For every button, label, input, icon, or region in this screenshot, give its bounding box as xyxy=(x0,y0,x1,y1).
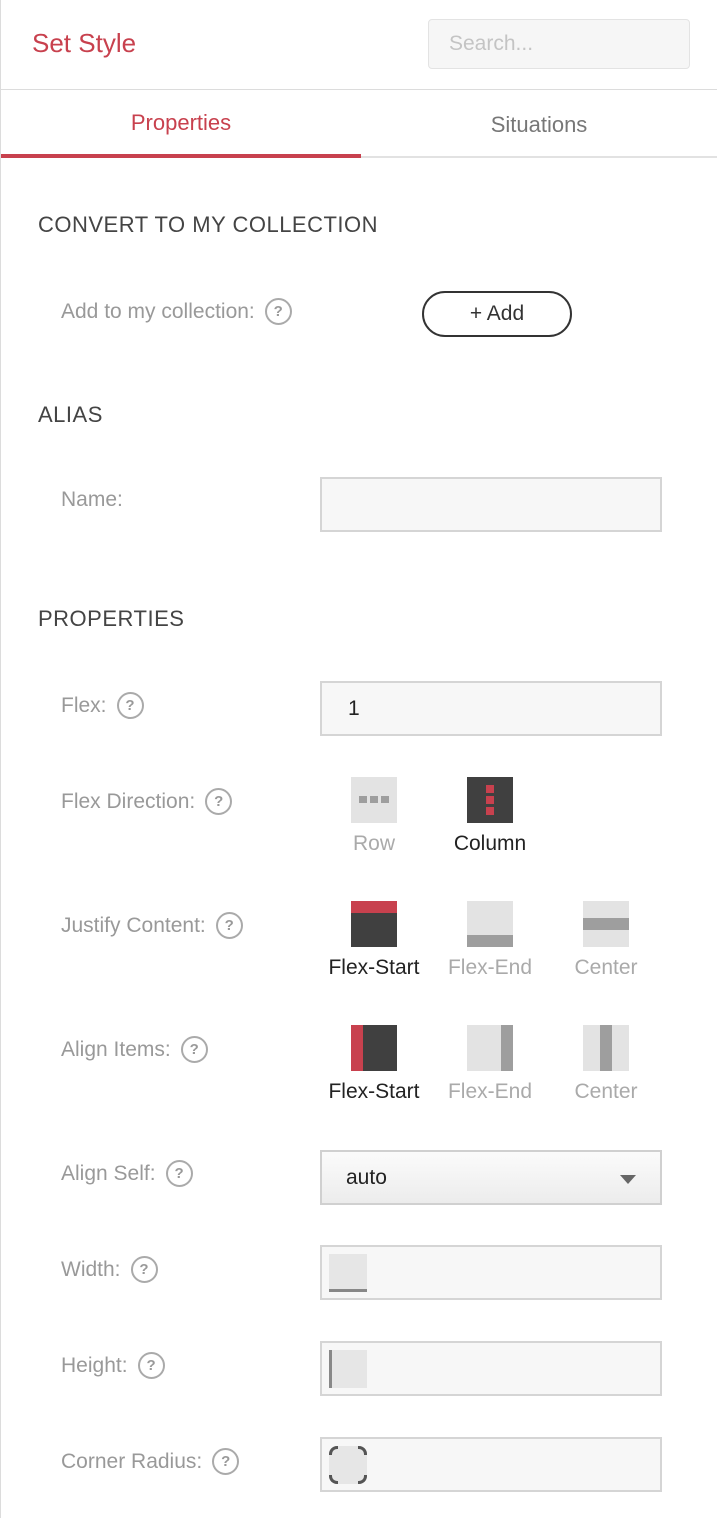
width-label: Width: ? xyxy=(61,1256,158,1283)
height-label: Height: ? xyxy=(61,1352,165,1379)
tab-bar: Properties Situations xyxy=(1,91,717,158)
help-icon[interactable]: ? xyxy=(205,788,233,815)
align-self-select[interactable]: auto xyxy=(320,1150,662,1205)
help-icon[interactable]: ? xyxy=(212,1448,240,1475)
flex-direction-row-label: Row xyxy=(352,832,395,855)
corner-radius-icon xyxy=(329,1446,367,1484)
justify-content-label-text: Justify Content: xyxy=(61,913,206,937)
justify-flex-start-option[interactable]: Flex-Start xyxy=(316,901,432,980)
justify-flex-end-option[interactable]: Flex-End xyxy=(432,901,548,980)
justify-content-label: Justify Content: ? xyxy=(61,912,243,939)
justify-flex-end-icon xyxy=(467,901,513,947)
add-to-collection-button[interactable]: + Add xyxy=(422,291,572,337)
help-icon[interactable]: ? xyxy=(180,1036,208,1063)
help-icon[interactable]: ? xyxy=(264,298,292,325)
add-to-collection-label: Add to my collection: ? xyxy=(61,298,292,325)
flex-label-text: Flex: xyxy=(61,693,107,717)
align-self-value: auto xyxy=(346,1165,387,1189)
flex-direction-label-text: Flex Direction: xyxy=(61,789,196,813)
width-label-text: Width: xyxy=(61,1257,121,1281)
align-flex-start-icon xyxy=(351,1025,397,1071)
chevron-down-icon xyxy=(620,1175,636,1184)
height-label-text: Height: xyxy=(61,1353,128,1377)
justify-flex-start-label: Flex-Start xyxy=(328,956,420,979)
page-title: Set Style xyxy=(32,28,137,58)
align-flex-end-option[interactable]: Flex-End xyxy=(432,1025,548,1104)
flex-direction-column-option[interactable]: Column xyxy=(432,777,548,856)
help-icon[interactable]: ? xyxy=(130,1256,158,1283)
section-title-properties: PROPERTIES xyxy=(38,606,185,631)
height-field[interactable] xyxy=(320,1341,662,1396)
help-icon[interactable]: ? xyxy=(137,1352,165,1379)
add-to-collection-text: Add to my collection: xyxy=(61,299,255,323)
width-icon xyxy=(329,1254,367,1292)
search-input[interactable] xyxy=(428,19,690,69)
align-flex-end-icon xyxy=(467,1025,513,1071)
align-items-label: Align Items: ? xyxy=(61,1036,208,1063)
name-label-text: Name: xyxy=(61,488,123,511)
align-flex-end-label: Flex-End xyxy=(447,1080,533,1103)
flex-direction-label: Flex Direction: ? xyxy=(61,788,233,815)
align-center-label: Center xyxy=(574,1080,638,1103)
align-self-label: Align Self: ? xyxy=(61,1160,193,1187)
section-title-alias: ALIAS xyxy=(38,402,103,427)
corner-radius-label: Corner Radius: ? xyxy=(61,1448,240,1475)
flex-direction-column-icon xyxy=(467,777,513,823)
flex-direction-row-option[interactable]: Row xyxy=(316,777,432,856)
name-label: Name: xyxy=(61,488,123,512)
help-icon[interactable]: ? xyxy=(116,692,144,719)
corner-radius-label-text: Corner Radius: xyxy=(61,1449,203,1473)
name-field[interactable] xyxy=(320,477,662,532)
align-center-option[interactable]: Center xyxy=(548,1025,664,1104)
align-items-label-text: Align Items: xyxy=(61,1037,171,1061)
height-icon xyxy=(329,1350,367,1388)
align-flex-start-option[interactable]: Flex-Start xyxy=(316,1025,432,1104)
tab-properties[interactable]: Properties xyxy=(1,91,361,158)
justify-center-option[interactable]: Center xyxy=(548,901,664,980)
tab-situations[interactable]: Situations xyxy=(361,91,717,158)
flex-label: Flex: ? xyxy=(61,692,144,719)
width-field[interactable] xyxy=(320,1245,662,1300)
align-flex-start-label: Flex-Start xyxy=(328,1080,420,1103)
corner-radius-field[interactable] xyxy=(320,1437,662,1492)
flex-direction-column-label: Column xyxy=(453,832,527,855)
section-title-convert: CONVERT TO MY COLLECTION xyxy=(38,212,379,237)
help-icon[interactable]: ? xyxy=(215,912,243,939)
header: Set Style xyxy=(1,0,717,90)
flex-field[interactable] xyxy=(320,681,662,736)
justify-center-icon xyxy=(583,901,629,947)
align-self-label-text: Align Self: xyxy=(61,1161,156,1185)
justify-center-label: Center xyxy=(574,956,638,979)
justify-flex-end-label: Flex-End xyxy=(447,956,533,979)
help-icon[interactable]: ? xyxy=(165,1160,193,1187)
add-button-label: + Add xyxy=(469,302,525,325)
justify-flex-start-icon xyxy=(351,901,397,947)
align-center-icon xyxy=(583,1025,629,1071)
flex-direction-row-icon xyxy=(351,777,397,823)
